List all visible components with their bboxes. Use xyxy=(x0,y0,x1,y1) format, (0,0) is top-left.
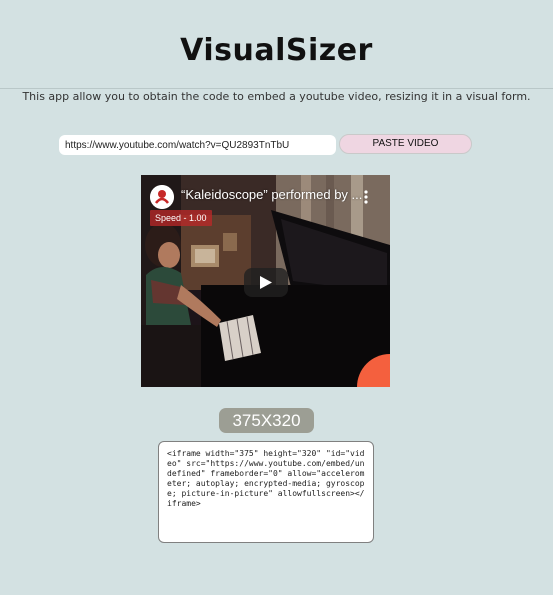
embed-code-box[interactable]: <iframe width="375" height="320" "id="vi… xyxy=(158,441,374,543)
more-vert-icon[interactable] xyxy=(362,189,370,205)
channel-logo-icon[interactable] xyxy=(150,185,174,209)
paste-video-button[interactable]: PASTE VIDEO xyxy=(339,134,472,154)
video-url-input[interactable] xyxy=(59,135,336,155)
video-size-label: 375X320 xyxy=(219,408,314,433)
video-preview[interactable]: “Kaleidoscope” performed by ... Speed - … xyxy=(141,175,390,387)
app-title: VisualSizer xyxy=(180,33,373,68)
play-button[interactable] xyxy=(244,268,288,297)
header-divider xyxy=(0,88,553,89)
playback-speed-badge: Speed - 1.00 xyxy=(150,210,212,226)
play-icon xyxy=(260,276,272,289)
app-description: This app allow you to obtain the code to… xyxy=(22,90,531,103)
video-title[interactable]: “Kaleidoscope” performed by ... xyxy=(181,187,363,202)
